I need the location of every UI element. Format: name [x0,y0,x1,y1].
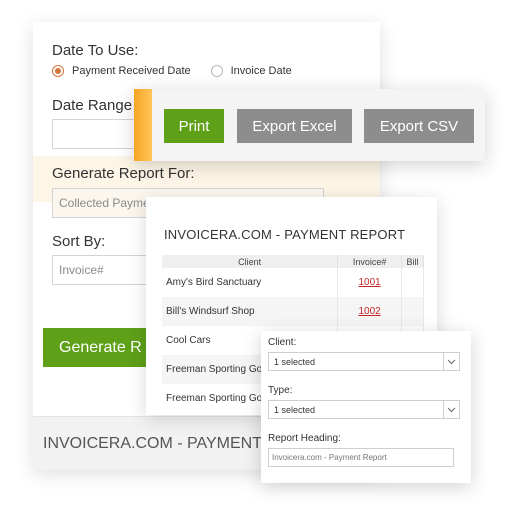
column-header-client: Client [162,255,339,268]
bill-cell [401,268,424,297]
type-filter-select[interactable]: 1 selected [268,400,460,419]
column-header-bill: Bill [401,255,424,268]
type-filter-label: Type: [268,385,293,396]
report-title: INVOICERA.COM - PAYMENT REPORT [164,227,406,242]
payment-received-label[interactable]: Payment Received Date [72,65,191,77]
date-range-label: Date Range [52,97,133,114]
invoice-link[interactable]: 1002 [337,297,403,326]
sort-by-label: Sort By: [52,233,106,250]
type-filter-value: 1 selected [274,404,316,415]
report-heading-input[interactable]: Invoicera.com - Payment Report [268,448,454,467]
generate-for-label: Generate Report For: [52,165,195,182]
chevron-down-icon[interactable] [443,353,459,370]
date-to-use-radio-group: Payment Received Date Invoice Date [52,65,292,77]
report-filter-card: Client: 1 selected Type: 1 selected Repo… [261,331,471,483]
date-to-use-label: Date To Use: [52,42,139,59]
export-csv-button[interactable]: Export CSV [364,109,474,143]
export-excel-button[interactable]: Export Excel [237,109,352,143]
table-row: Bill's Windsurf Shop 1002 [162,297,424,326]
client-cell: Amy's Bird Sanctuary [162,268,339,297]
table-row: Amy's Bird Sanctuary 1001 [162,268,424,297]
payment-received-radio[interactable] [52,65,64,77]
chevron-down-icon[interactable] [443,401,459,418]
bill-cell [401,297,424,326]
invoice-date-label[interactable]: Invoice Date [231,65,292,77]
client-filter-select[interactable]: 1 selected [268,352,460,371]
table-header-row: Client Invoice# Bill [162,255,424,268]
toolbar-accent-bar [134,89,152,161]
export-toolbar: Print Export Excel Export CSV [134,89,485,161]
client-filter-label: Client: [268,337,297,348]
report-heading-label: Report Heading: [268,433,341,444]
client-filter-value: 1 selected [274,356,316,367]
column-header-invoice: Invoice# [337,255,403,268]
invoice-link[interactable]: 1001 [337,268,403,297]
print-button[interactable]: Print [164,109,224,143]
client-cell: Bill's Windsurf Shop [162,297,339,326]
invoice-date-radio[interactable] [210,65,223,77]
